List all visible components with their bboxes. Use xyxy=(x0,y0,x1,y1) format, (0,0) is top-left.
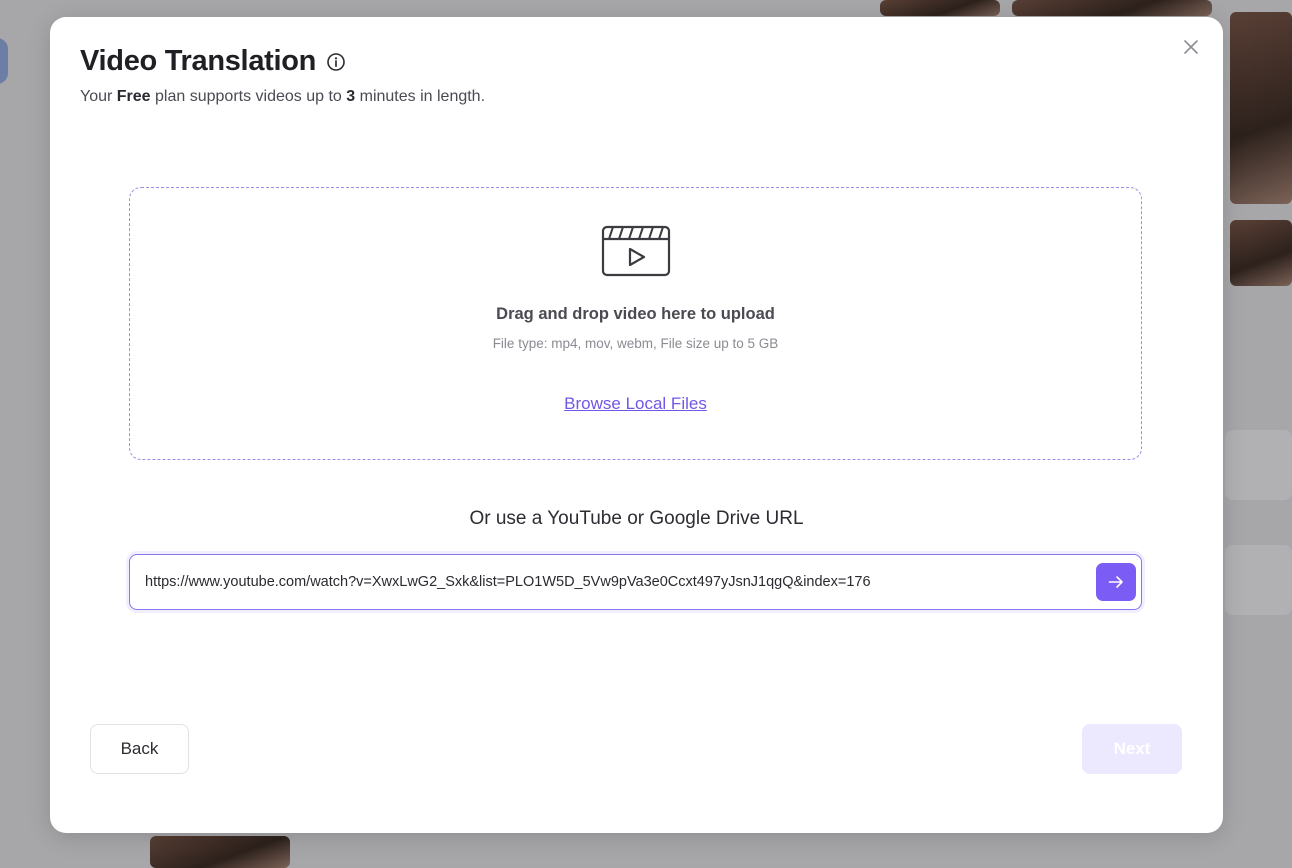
dropzone-file-hint: File type: mp4, mov, webm, File size up … xyxy=(492,336,779,351)
plan-text-middle: plan supports videos up to xyxy=(150,88,347,105)
dropzone-title: Drag and drop video here to upload xyxy=(496,305,775,323)
browse-local-files-link[interactable]: Browse Local Files xyxy=(130,394,1141,414)
modal-title: Video Translation xyxy=(80,45,317,77)
background-avatar xyxy=(0,38,8,84)
video-url-input[interactable] xyxy=(130,555,1096,609)
url-submit-button[interactable] xyxy=(1096,563,1136,601)
background-thumbnail xyxy=(1012,0,1212,16)
back-button[interactable]: Back xyxy=(90,724,189,774)
background-thumbnail xyxy=(150,836,290,868)
video-dropzone[interactable]: Drag and drop video here to upload File … xyxy=(129,187,1142,460)
title-row: Video Translation xyxy=(80,45,346,78)
background-card xyxy=(1225,430,1292,500)
close-button[interactable] xyxy=(1181,37,1201,57)
video-clapper-icon xyxy=(601,225,671,277)
next-button[interactable]: Next xyxy=(1082,724,1182,774)
plan-length-limit: 3 xyxy=(346,88,356,105)
info-icon[interactable] xyxy=(326,52,346,72)
plan-text-prefix: Your xyxy=(80,88,117,105)
background-thumbnail xyxy=(880,0,1000,16)
background-card xyxy=(1225,545,1292,615)
video-translation-modal: Video Translation Your Free plan support… xyxy=(50,17,1223,833)
background-thumbnail xyxy=(1230,220,1292,286)
url-section-heading: Or use a YouTube or Google Drive URL xyxy=(469,508,804,529)
plan-limit-text: Your Free plan supports videos up to 3 m… xyxy=(80,88,485,106)
url-input-container xyxy=(129,554,1142,610)
background-thumbnail xyxy=(1230,12,1292,204)
arrow-right-icon xyxy=(1108,576,1123,588)
plan-text-suffix: minutes in length. xyxy=(355,88,486,105)
close-icon xyxy=(1184,40,1198,54)
plan-name: Free xyxy=(116,88,151,105)
